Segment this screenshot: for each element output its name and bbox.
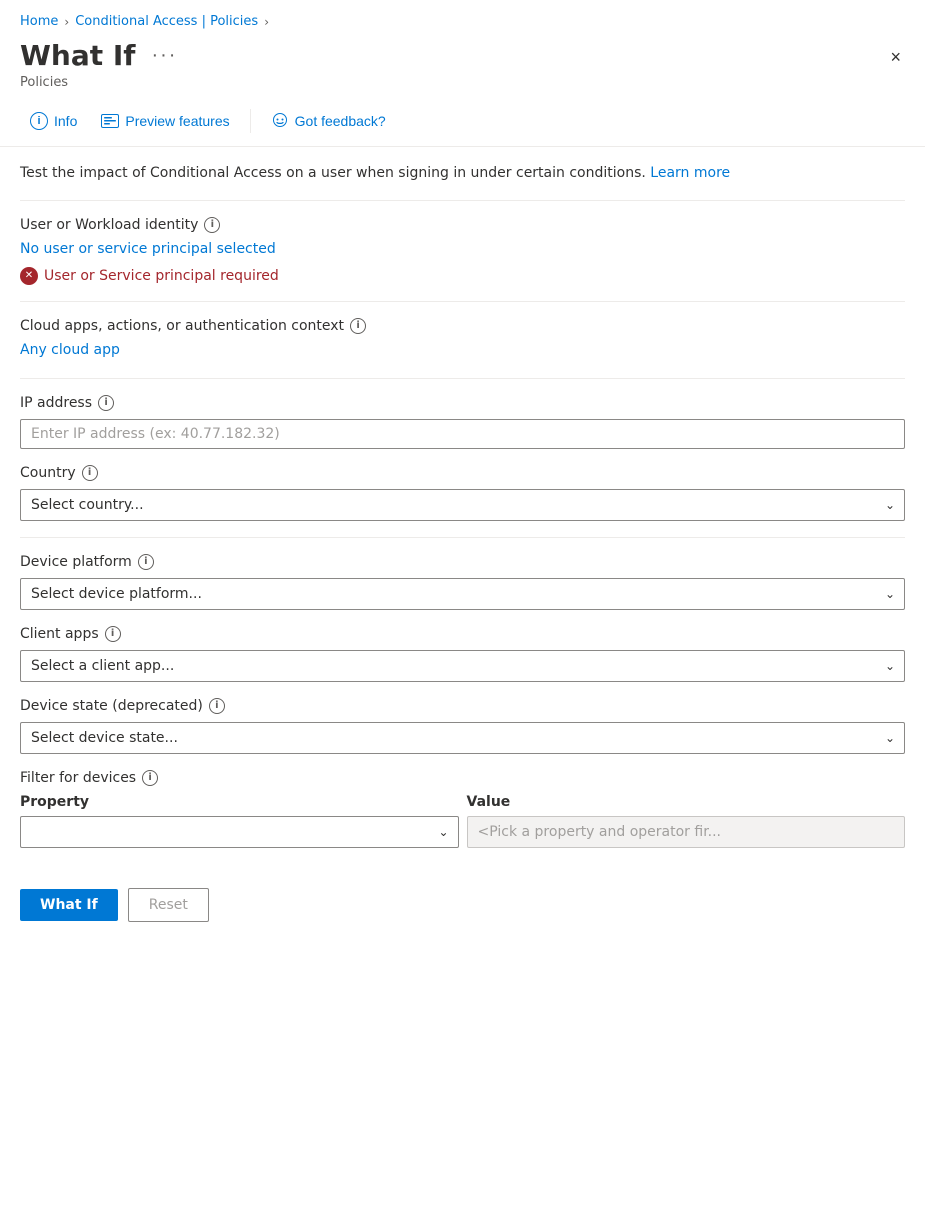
cloud-apps-label: Cloud apps, actions, or authentication c…: [20, 318, 905, 334]
what-if-button[interactable]: What If: [20, 889, 118, 921]
filter-col-value: Value: [467, 794, 906, 810]
page-subtitle: Policies: [20, 75, 183, 90]
breadcrumb-home[interactable]: Home: [20, 14, 58, 29]
filter-table-row: ⌄ <Pick a property and operator fir...: [20, 816, 905, 848]
filter-col-property: Property: [20, 794, 459, 810]
user-identity-info-icon[interactable]: i: [204, 217, 220, 233]
filter-devices-table: Property Value ⌄ <Pick a property and op…: [20, 794, 905, 848]
user-identity-link[interactable]: No user or service principal selected: [20, 241, 276, 257]
description-text: Test the impact of Conditional Access on…: [20, 163, 905, 184]
device-state-label: Device state (deprecated) i: [20, 698, 905, 714]
filter-table-header: Property Value: [20, 794, 905, 810]
preview-features-label: Preview features: [125, 113, 229, 129]
device-state-label-text: Device state (deprecated): [20, 698, 203, 714]
toolbar: i Info Preview features: [0, 98, 925, 147]
main-content: Test the impact of Conditional Access on…: [0, 147, 925, 872]
filter-devices-label: Filter for devices i: [20, 770, 905, 786]
country-section: Country i Select country... ⌄: [20, 465, 905, 521]
what-if-panel: Home › Conditional Access | Policies › W…: [0, 0, 925, 1230]
filter-property-select-wrapper: ⌄: [20, 816, 459, 848]
user-identity-label-text: User or Workload identity: [20, 217, 198, 233]
feedback-label: Got feedback?: [295, 113, 386, 129]
country-label: Country i: [20, 465, 905, 481]
page-header: What If ··· Policies ×: [0, 35, 925, 98]
toolbar-divider: [250, 109, 251, 133]
client-apps-select-wrapper: Select a client app... ⌄: [20, 650, 905, 682]
breadcrumb-sep-2: ›: [264, 15, 269, 29]
description-body: Test the impact of Conditional Access on…: [20, 165, 646, 181]
filter-devices-section: Filter for devices i Property Value ⌄ <P…: [20, 770, 905, 848]
breadcrumb-conditional-access[interactable]: Conditional Access | Policies: [75, 14, 258, 29]
client-apps-section: Client apps i Select a client app... ⌄: [20, 626, 905, 682]
cloud-apps-label-text: Cloud apps, actions, or authentication c…: [20, 318, 344, 334]
divider-4: [20, 537, 905, 538]
feedback-icon: [271, 113, 289, 129]
error-row: User or Service principal required: [20, 267, 905, 285]
client-apps-label-text: Client apps: [20, 626, 99, 642]
device-platform-select[interactable]: Select device platform...: [20, 578, 905, 610]
cloud-apps-link[interactable]: Any cloud app: [20, 342, 120, 358]
error-icon: [20, 267, 38, 285]
filter-devices-label-text: Filter for devices: [20, 770, 136, 786]
device-state-info-icon[interactable]: i: [209, 698, 225, 714]
device-platform-label: Device platform i: [20, 554, 905, 570]
divider-2: [20, 301, 905, 302]
close-button[interactable]: ×: [886, 43, 905, 72]
page-title: What If: [20, 39, 135, 73]
client-apps-label: Client apps i: [20, 626, 905, 642]
filter-devices-info-icon[interactable]: i: [142, 770, 158, 786]
device-platform-select-wrapper: Select device platform... ⌄: [20, 578, 905, 610]
filter-property-select[interactable]: [20, 816, 459, 848]
user-identity-label: User or Workload identity i: [20, 217, 905, 233]
country-label-text: Country: [20, 465, 76, 481]
country-info-icon[interactable]: i: [82, 465, 98, 481]
device-state-section: Device state (deprecated) i Select devic…: [20, 698, 905, 754]
ip-address-label: IP address i: [20, 395, 905, 411]
ip-address-info-icon[interactable]: i: [98, 395, 114, 411]
divider-1: [20, 200, 905, 201]
user-identity-section: User or Workload identity i No user or s…: [20, 217, 905, 285]
cloud-apps-section: Cloud apps, actions, or authentication c…: [20, 318, 905, 362]
device-platform-info-icon[interactable]: i: [138, 554, 154, 570]
learn-more-link[interactable]: Learn more: [650, 165, 730, 181]
preview-icon: [101, 114, 119, 128]
ip-address-section: IP address i: [20, 395, 905, 449]
divider-3: [20, 378, 905, 379]
device-state-select[interactable]: Select device state...: [20, 722, 905, 754]
device-platform-section: Device platform i Select device platform…: [20, 554, 905, 610]
device-platform-label-text: Device platform: [20, 554, 132, 570]
info-circle-icon: i: [30, 112, 48, 130]
error-text: User or Service principal required: [44, 268, 279, 284]
breadcrumb: Home › Conditional Access | Policies ›: [0, 0, 925, 35]
header-title-row: What If ···: [20, 39, 183, 73]
reset-button[interactable]: Reset: [128, 888, 209, 922]
header-left: What If ··· Policies: [20, 39, 183, 90]
country-select-wrapper: Select country... ⌄: [20, 489, 905, 521]
feedback-button[interactable]: Got feedback?: [261, 107, 396, 135]
client-apps-select[interactable]: Select a client app...: [20, 650, 905, 682]
ip-address-input[interactable]: [20, 419, 905, 449]
info-label: Info: [54, 113, 77, 129]
preview-features-button[interactable]: Preview features: [91, 107, 239, 135]
more-options-button[interactable]: ···: [145, 42, 183, 69]
client-apps-info-icon[interactable]: i: [105, 626, 121, 642]
ip-address-label-text: IP address: [20, 395, 92, 411]
country-select[interactable]: Select country...: [20, 489, 905, 521]
device-state-select-wrapper: Select device state... ⌄: [20, 722, 905, 754]
info-button[interactable]: i Info: [20, 106, 87, 136]
breadcrumb-sep-1: ›: [64, 15, 69, 29]
filter-value-placeholder: <Pick a property and operator fir...: [467, 816, 906, 848]
button-row: What If Reset: [0, 872, 925, 942]
cloud-apps-info-icon[interactable]: i: [350, 318, 366, 334]
